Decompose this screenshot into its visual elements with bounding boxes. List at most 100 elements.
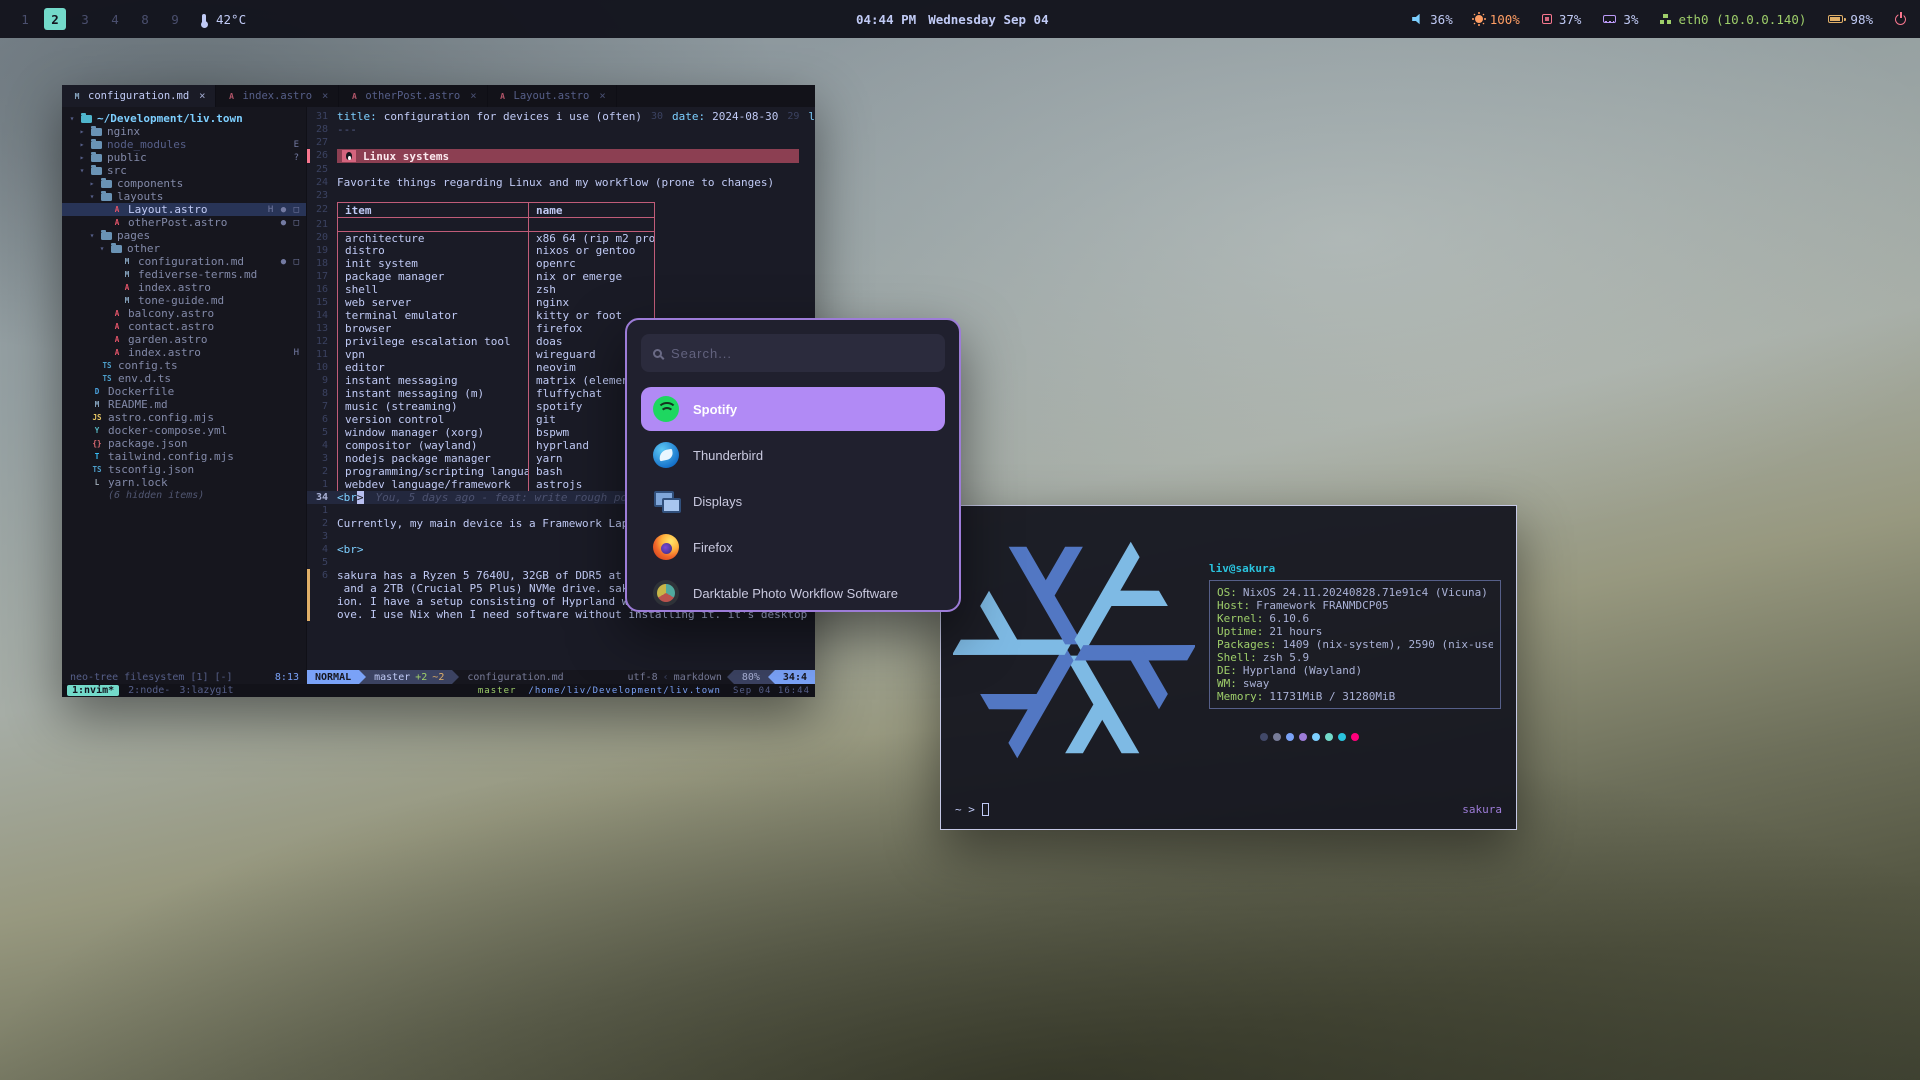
tree-item[interactable]: ▾ layouts xyxy=(62,190,306,203)
tmux-window-tab[interactable]: 3:lazygit xyxy=(179,685,233,696)
tree-item[interactable]: ▸ node_modules E xyxy=(62,138,306,151)
tab-close-icon[interactable]: × xyxy=(470,90,476,102)
tree-file-icon xyxy=(101,361,113,370)
session-name: sakura xyxy=(1462,803,1502,816)
editor-tab[interactable]: index.astro × xyxy=(216,85,339,107)
line-number: 9 xyxy=(307,374,337,387)
launcher-item[interactable]: Darktable Photo Workflow Software xyxy=(641,571,945,612)
tree-item[interactable]: tailwind.config.mjs xyxy=(62,450,306,463)
tree-item[interactable]: env.d.ts xyxy=(62,372,306,385)
app-label: Spotify xyxy=(693,402,737,417)
shell-prompt[interactable]: ~ > xyxy=(955,803,989,816)
launcher-item[interactable]: Thunderbird xyxy=(641,433,945,477)
tree-item-label: components xyxy=(117,177,183,190)
tree-file-icon xyxy=(111,245,122,253)
tree-item[interactable]: tsconfig.json xyxy=(62,463,306,476)
tree-item-label: env.d.ts xyxy=(118,372,171,385)
tab-close-icon[interactable]: × xyxy=(199,90,205,102)
status-module[interactable]: 98% xyxy=(1828,12,1873,27)
app-label: Displays xyxy=(693,494,742,509)
neo-tree-panel: ▾ ~/Development/liv.town ▸ nginx ▸ node_… xyxy=(62,107,307,670)
tree-item-label: other xyxy=(127,242,160,255)
status-module[interactable]: 100% xyxy=(1475,12,1520,27)
tree-item[interactable]: ▾ other xyxy=(62,242,306,255)
tree-item[interactable]: ▾ pages xyxy=(62,229,306,242)
editor-tab[interactable]: Layout.astro × xyxy=(488,85,617,107)
tree-item[interactable]: balcony.astro xyxy=(62,307,306,320)
fastfetch-terminal-window[interactable]: liv@sakura OS: NixOS 24.11.20240828.71e9… xyxy=(940,505,1517,830)
launcher-item[interactable]: Firefox xyxy=(641,525,945,569)
fetch-info-row: OS: NixOS 24.11.20240828.71e91c4 (Vicuna… xyxy=(1217,586,1493,599)
launcher-item[interactable]: Spotify xyxy=(641,387,945,431)
search-input[interactable] xyxy=(671,346,933,361)
tree-item[interactable]: ▸ public ? xyxy=(62,151,306,164)
tree-item[interactable]: index.astro H xyxy=(62,346,306,359)
thunderbird-icon xyxy=(653,442,679,468)
launcher-item[interactable]: Displays xyxy=(641,479,945,523)
tmux-window-tab[interactable]: 2:node- xyxy=(128,685,170,696)
table-cell-item: version control xyxy=(338,413,528,426)
firefox-icon xyxy=(653,534,679,560)
workspace-button[interactable]: 3 xyxy=(74,8,96,30)
workspace-button[interactable]: 4 xyxy=(104,8,126,30)
workspace-button[interactable]: 2 xyxy=(44,8,66,30)
tree-file-icon xyxy=(91,465,103,474)
fetch-info-row: DE: Hyprland (Wayland) xyxy=(1217,664,1493,677)
editor-tab[interactable]: configuration.md × xyxy=(62,85,216,107)
tree-item-label: package.json xyxy=(108,437,187,450)
tree-item[interactable]: Dockerfile xyxy=(62,385,306,398)
power-button[interactable] xyxy=(1895,14,1906,25)
tree-item[interactable]: (6 hidden items) xyxy=(62,489,306,502)
tree-item[interactable]: astro.config.mjs xyxy=(62,411,306,424)
status-module[interactable]: eth0 (10.0.0.140) xyxy=(1660,12,1806,27)
tree-item[interactable]: ▾ src xyxy=(62,164,306,177)
workspace-button[interactable]: 1 xyxy=(14,8,36,30)
tree-item[interactable]: garden.astro xyxy=(62,333,306,346)
tree-item[interactable]: ▸ components xyxy=(62,177,306,190)
tree-file-icon xyxy=(91,387,103,396)
encoding-indicator: utf-8 xyxy=(623,670,663,684)
workspaces: 123489 xyxy=(14,8,186,30)
status-module[interactable]: 37% xyxy=(1542,12,1582,27)
tree-item-git-status: H ● □ xyxy=(268,205,300,215)
tree-item[interactable]: README.md xyxy=(62,398,306,411)
tree-item[interactable]: Layout.astro H ● □ xyxy=(62,203,306,216)
tab-close-icon[interactable]: × xyxy=(599,90,605,102)
tree-file-icon xyxy=(121,283,133,292)
table-cell-item: browser xyxy=(338,322,528,335)
tree-caret-icon: ▾ xyxy=(78,166,86,175)
tree-item[interactable]: config.ts xyxy=(62,359,306,372)
launcher-search[interactable] xyxy=(641,334,945,372)
status-module[interactable]: 3% xyxy=(1603,12,1638,27)
editor-tab[interactable]: otherPost.astro × xyxy=(339,85,487,107)
tree-caret-icon: ▸ xyxy=(78,153,86,162)
line-number: 10 xyxy=(307,361,337,374)
tree-item[interactable]: fediverse-terms.md xyxy=(62,268,306,281)
status-module[interactable]: 36% xyxy=(1412,12,1453,27)
table-cell-item: music (streaming) xyxy=(338,400,528,413)
tab-label: configuration.md xyxy=(88,90,189,102)
tree-item[interactable]: ▸ nginx xyxy=(62,125,306,138)
tab-close-icon[interactable]: × xyxy=(322,90,328,102)
tree-item[interactable]: otherPost.astro ● □ xyxy=(62,216,306,229)
tree-caret-icon: ▾ xyxy=(68,114,76,123)
table-row: 17 package manager nix or emerge xyxy=(307,270,815,283)
workspace-button[interactable]: 8 xyxy=(134,8,156,30)
tmux-window-tab[interactable]: 1:nvim* xyxy=(67,685,119,696)
tree-item[interactable]: docker-compose.yml xyxy=(62,424,306,437)
time-value: 04:44 PM xyxy=(856,12,916,27)
tree-item[interactable]: index.astro xyxy=(62,281,306,294)
line-number: 14 xyxy=(307,309,337,322)
tree-item-label: contact.astro xyxy=(128,320,214,333)
tree-item[interactable]: package.json xyxy=(62,437,306,450)
memory-icon xyxy=(1603,15,1616,23)
tree-item[interactable]: ▾ ~/Development/liv.town xyxy=(62,112,306,125)
tree-file-icon xyxy=(101,193,112,201)
tree-item[interactable]: yarn.lock xyxy=(62,476,306,489)
clock-module[interactable]: 04:44 PM Wednesday Sep 04 xyxy=(856,12,1049,27)
tree-item[interactable]: contact.astro xyxy=(62,320,306,333)
tree-item[interactable]: configuration.md ● □ xyxy=(62,255,306,268)
workspace-button[interactable]: 9 xyxy=(164,8,186,30)
tree-item-label: ~/Development/liv.town xyxy=(97,112,243,125)
tree-item[interactable]: tone-guide.md xyxy=(62,294,306,307)
